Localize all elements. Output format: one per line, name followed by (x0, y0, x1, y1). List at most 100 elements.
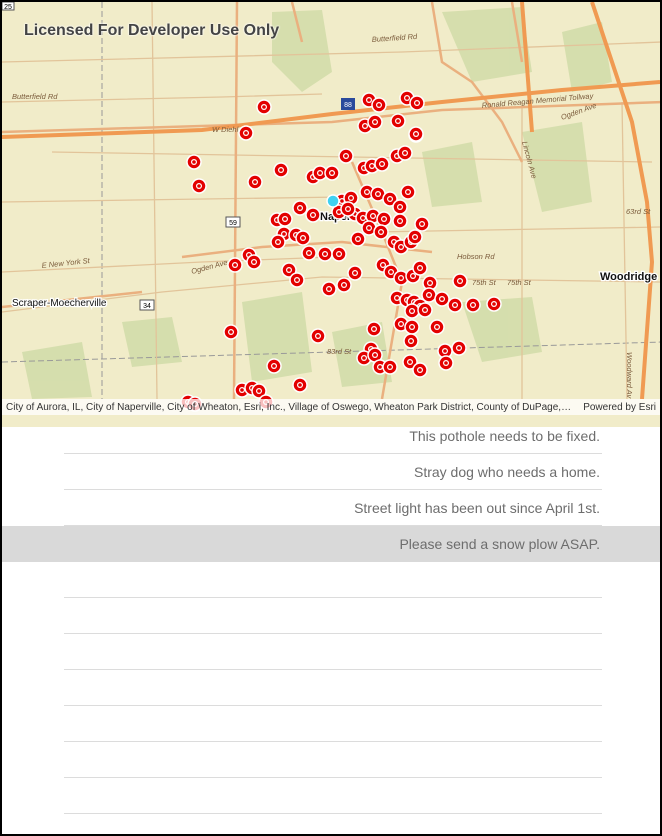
incident-marker[interactable] (421, 287, 437, 303)
incident-marker[interactable] (371, 97, 387, 113)
list-item[interactable] (2, 742, 660, 778)
incident-marker[interactable] (392, 199, 408, 215)
incident-marker[interactable] (451, 340, 467, 356)
incident-marker[interactable] (338, 148, 354, 164)
incident-marker[interactable] (447, 297, 463, 313)
incident-marker[interactable] (238, 125, 254, 141)
incident-marker[interactable] (465, 297, 481, 313)
list-item-text: Stray dog who needs a home. (413, 464, 600, 480)
list-item[interactable]: Street light has been out since April 1s… (2, 490, 660, 526)
incident-marker[interactable] (408, 126, 424, 142)
incident-marker[interactable] (400, 184, 416, 200)
incident-marker[interactable] (347, 265, 363, 281)
incident-marker[interactable] (266, 358, 282, 374)
route-shield-25: 25 (2, 2, 15, 11)
incident-marker[interactable] (277, 211, 293, 227)
incident-marker[interactable] (310, 328, 326, 344)
incident-marker[interactable] (256, 99, 272, 115)
incident-marker[interactable] (292, 200, 308, 216)
list-item-text: Street light has been out since April 1s… (354, 500, 600, 516)
road-label: 75th St (507, 278, 532, 287)
road-label: Hobson Rd (457, 252, 495, 261)
app-frame: 25 88 59 34 Butterfield Rd Butterfield R… (0, 0, 662, 836)
powered-by-esri[interactable]: Powered by Esri (573, 402, 656, 413)
road-label: Butterfield Rd (12, 92, 58, 101)
incident-marker[interactable] (374, 156, 390, 172)
incident-marker[interactable] (414, 216, 430, 232)
incident-marker[interactable] (404, 319, 420, 335)
incident-marker[interactable] (486, 296, 502, 312)
list-item[interactable] (2, 670, 660, 706)
list-item[interactable]: Please send a snow plow ASAP. (2, 526, 660, 562)
svg-text:34: 34 (143, 303, 151, 310)
list-item-text: Please send a snow plow ASAP. (399, 536, 600, 552)
incident-marker[interactable] (429, 319, 445, 335)
incident-marker[interactable] (409, 95, 425, 111)
incident-marker[interactable] (376, 211, 392, 227)
road-label: Woodward Av (625, 352, 634, 400)
incident-marker[interactable] (417, 302, 433, 318)
incident-marker[interactable] (273, 162, 289, 178)
incident-marker[interactable] (270, 234, 286, 250)
incident-marker[interactable] (412, 260, 428, 276)
incident-marker[interactable] (373, 224, 389, 240)
incident-marker[interactable] (434, 291, 450, 307)
incident-marker[interactable] (438, 355, 454, 371)
incident-marker[interactable] (289, 272, 305, 288)
incident-marker[interactable] (403, 333, 419, 349)
incident-marker[interactable] (317, 246, 333, 262)
list-item[interactable] (2, 562, 660, 598)
incident-marker[interactable] (407, 229, 423, 245)
road-label: Butterfield Rd (372, 32, 419, 44)
incident-marker[interactable] (246, 254, 262, 270)
incident-marker[interactable] (247, 174, 263, 190)
shield-25-text: 25 (4, 4, 12, 11)
message-list[interactable]: This pothole needs to be fixed. Stray dog… (2, 418, 660, 814)
road-label: 75th St (472, 278, 497, 287)
incident-marker[interactable] (191, 178, 207, 194)
incident-marker[interactable] (382, 359, 398, 375)
road-label: 63rd St (626, 207, 651, 216)
incident-marker[interactable] (366, 321, 382, 337)
incident-marker[interactable] (390, 113, 406, 129)
incident-marker[interactable] (392, 213, 408, 229)
road-label: 83rd St (327, 347, 352, 356)
map-basemap: 25 88 59 34 Butterfield Rd Butterfield R… (2, 2, 660, 412)
incident-marker[interactable] (295, 230, 311, 246)
incident-marker[interactable] (452, 273, 468, 289)
incident-marker[interactable] (367, 114, 383, 130)
incident-marker[interactable] (336, 277, 352, 293)
route-shield-34: 34 (139, 299, 155, 311)
route-shield-88: 88 (341, 98, 355, 110)
incident-marker[interactable] (324, 165, 340, 181)
incident-marker[interactable] (350, 231, 366, 247)
incident-marker[interactable] (397, 145, 413, 161)
attribution-text: City of Aurora, IL, City of Naperville, … (6, 401, 574, 413)
incident-marker[interactable] (223, 324, 239, 340)
incident-marker[interactable] (331, 246, 347, 262)
list-item[interactable] (2, 778, 660, 814)
list-item-text: This pothole needs to be fixed. (409, 428, 600, 444)
current-location-marker (326, 194, 340, 208)
incident-marker[interactable] (321, 281, 337, 297)
place-scraper-moecherville: Scraper-Moecherville (12, 298, 107, 309)
incident-marker[interactable] (412, 362, 428, 378)
place-woodridge: Woodridge (600, 271, 657, 283)
incident-marker[interactable] (340, 201, 356, 217)
incident-marker[interactable] (186, 154, 202, 170)
list-item[interactable] (2, 706, 660, 742)
list-item[interactable]: Stray dog who needs a home. (2, 454, 660, 490)
incident-marker[interactable] (227, 257, 243, 273)
svg-text:88: 88 (344, 102, 352, 109)
map-view[interactable]: 25 88 59 34 Butterfield Rd Butterfield R… (2, 2, 660, 427)
incident-marker[interactable] (292, 377, 308, 393)
list-item[interactable] (2, 634, 660, 670)
incident-marker[interactable] (305, 207, 321, 223)
license-watermark: Licensed For Developer Use Only (24, 22, 280, 39)
list-item[interactable]: This pothole needs to be fixed. (2, 418, 660, 454)
incident-marker[interactable] (301, 245, 317, 261)
incident-marker[interactable] (404, 303, 420, 319)
svg-text:59: 59 (229, 220, 237, 227)
route-shield-59: 59 (225, 216, 241, 228)
list-item[interactable] (2, 598, 660, 634)
